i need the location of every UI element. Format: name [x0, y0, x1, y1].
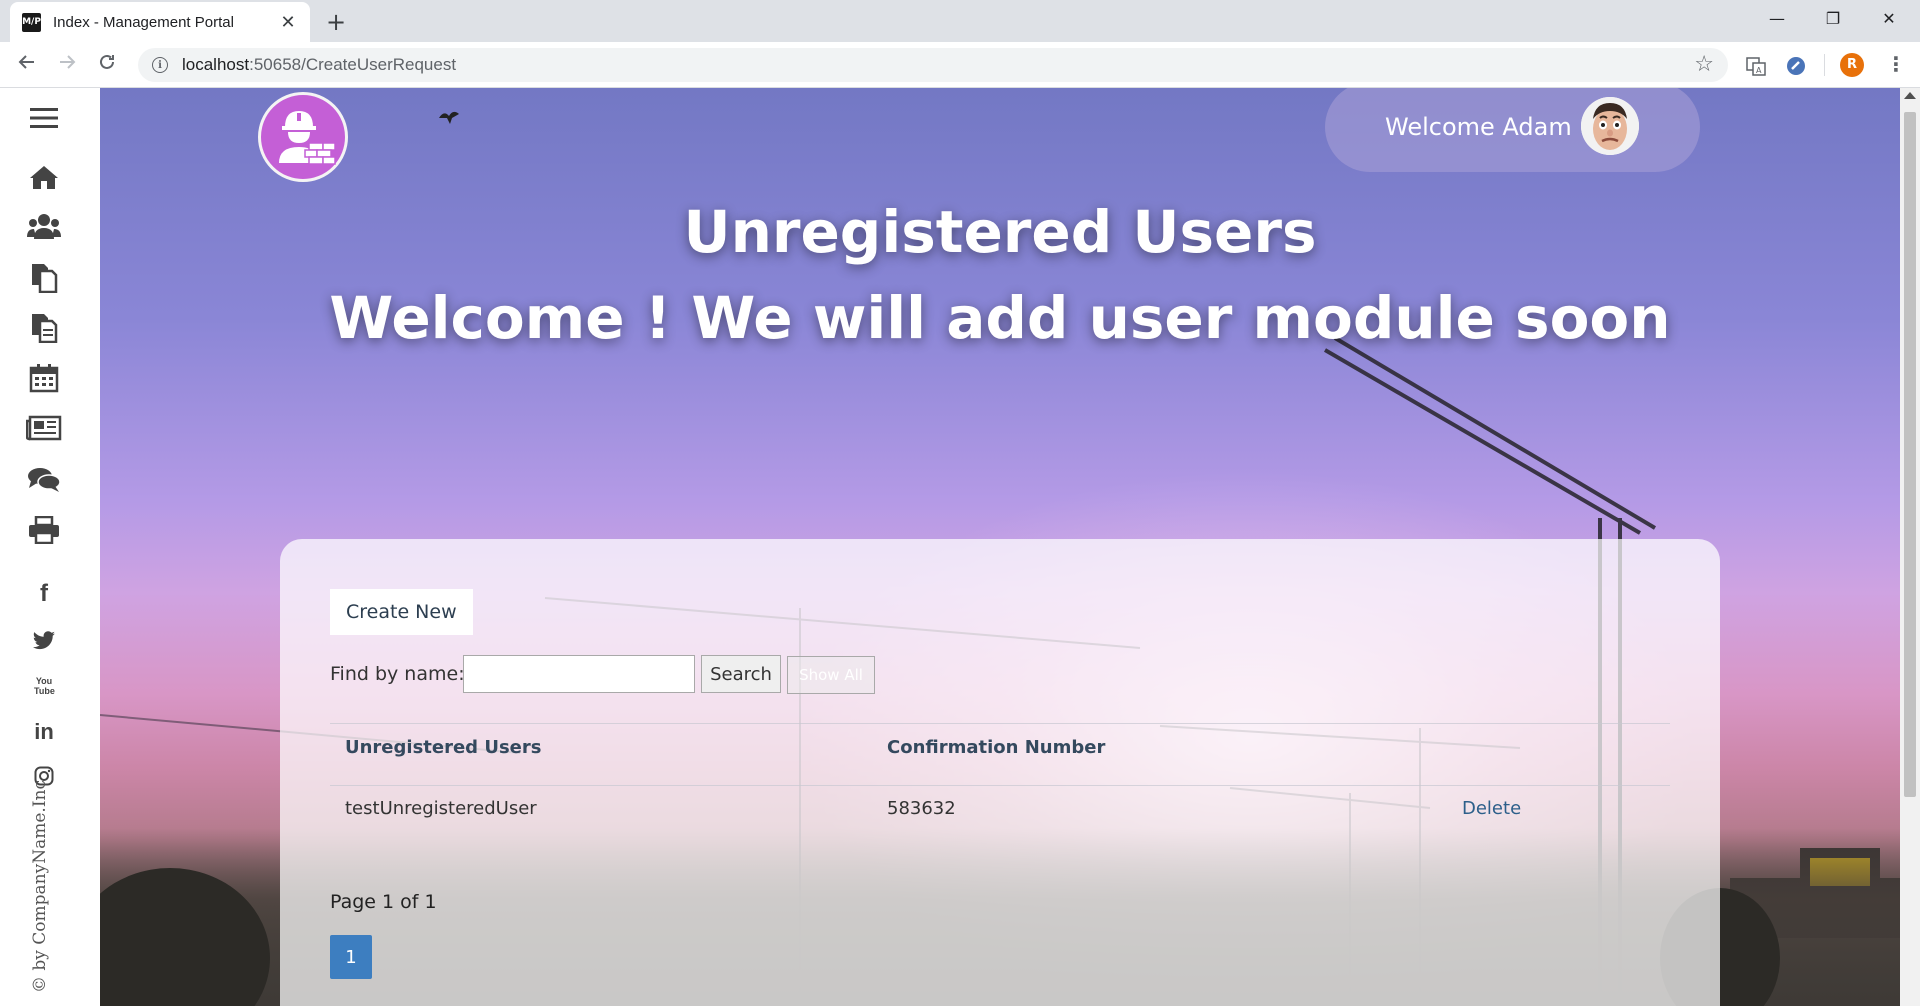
- side-navigation: f You Tube in © by CompanyName.Inc: [0, 88, 100, 1006]
- new-tab-button[interactable]: +: [322, 8, 350, 36]
- menu-icon[interactable]: [26, 100, 62, 136]
- show-all-button[interactable]: Show All: [787, 656, 875, 694]
- tab-close-icon[interactable]: ✕: [278, 12, 298, 33]
- linkedin-label: in: [34, 719, 54, 744]
- print-icon[interactable]: [26, 512, 62, 548]
- company-logo[interactable]: [258, 92, 348, 182]
- svg-text:A: A: [1756, 66, 1762, 75]
- page-viewport: f You Tube in © by CompanyName.Inc Welco…: [0, 88, 1900, 1006]
- reload-icon: [100, 54, 114, 69]
- forward-button[interactable]: [52, 50, 82, 80]
- scroll-up-arrow-icon[interactable]: [1904, 92, 1916, 99]
- translate-extension-icon[interactable]: A: [1746, 56, 1766, 76]
- forward-arrow-icon: [60, 55, 76, 69]
- delete-link[interactable]: Delete: [1462, 798, 1521, 819]
- welcome-text: Welcome Adam !: [1385, 113, 1589, 141]
- user-avatar[interactable]: [1581, 97, 1639, 155]
- back-arrow-icon: [18, 55, 34, 69]
- restore-button[interactable]: ❐: [1810, 0, 1856, 38]
- calendar-icon[interactable]: [26, 360, 62, 396]
- table-divider: [330, 723, 1670, 724]
- users-icon[interactable]: [26, 208, 62, 244]
- back-button[interactable]: [12, 50, 42, 80]
- linkedin-icon[interactable]: in: [26, 714, 62, 750]
- url-host: localhost: [182, 55, 250, 74]
- browser-menu-icon[interactable]: ⋮: [1886, 52, 1906, 76]
- profile-avatar[interactable]: R: [1840, 53, 1864, 77]
- toolbar-divider: [1824, 54, 1825, 76]
- page-info: Page 1 of 1: [330, 891, 437, 913]
- browser-tab[interactable]: M/P Index - Management Portal ✕: [10, 2, 310, 42]
- home-icon[interactable]: [26, 159, 62, 195]
- search-input[interactable]: [463, 655, 695, 693]
- bookmark-star-icon[interactable]: ☆: [1694, 52, 1714, 77]
- cell-confirmation-number: 583632: [887, 798, 956, 819]
- close-window-button[interactable]: ✕: [1866, 0, 1912, 38]
- url-path: :50658/CreateUserRequest: [249, 55, 457, 74]
- bird-icon: [439, 111, 459, 124]
- tab-title: Index - Management Portal: [53, 13, 234, 31]
- column-header-confirmation-number[interactable]: Confirmation Number: [887, 737, 1105, 758]
- youtube-label: You Tube: [34, 676, 55, 696]
- find-by-name-label: Find by name:: [330, 663, 465, 685]
- content-panel: Create New Find by name: Search Show All…: [280, 539, 1720, 1006]
- reload-button[interactable]: [92, 50, 122, 80]
- browser-toolbar: i localhost:50658/CreateUserRequest ☆ A …: [0, 42, 1920, 88]
- copyright-text: © by CompanyName.Inc: [30, 779, 50, 993]
- facebook-label: f: [40, 580, 48, 607]
- address-bar[interactable]: i localhost:50658/CreateUserRequest ☆: [138, 48, 1728, 82]
- extension-circle-icon[interactable]: [1786, 56, 1806, 76]
- scroll-thumb[interactable]: [1904, 112, 1916, 797]
- page-scrollbar[interactable]: [1900, 88, 1920, 1006]
- page-button-1[interactable]: 1: [330, 935, 372, 979]
- user-welcome-pill[interactable]: Welcome Adam !: [1325, 88, 1700, 172]
- column-header-unregistered-users[interactable]: Unregistered Users: [345, 737, 541, 758]
- browser-tabstrip: M/P Index - Management Portal ✕ + — ❐ ✕: [0, 0, 1920, 42]
- table-divider: [330, 785, 1670, 786]
- cell-username: testUnregisteredUser: [345, 798, 537, 819]
- facebook-icon[interactable]: f: [26, 576, 62, 612]
- page-title: Unregistered Users: [683, 198, 1317, 266]
- documents-alt-icon[interactable]: [26, 310, 62, 346]
- minimize-button[interactable]: —: [1754, 0, 1800, 38]
- construction-worker-icon: [279, 111, 336, 165]
- documents-icon[interactable]: [26, 260, 62, 296]
- page-subtitle: Welcome ! We will add user module soon: [329, 284, 1671, 352]
- youtube-icon[interactable]: You Tube: [26, 668, 62, 704]
- favicon-icon: M/P: [22, 12, 41, 32]
- twitter-icon[interactable]: [26, 623, 62, 659]
- chat-icon[interactable]: [26, 462, 62, 498]
- create-new-button[interactable]: Create New: [330, 589, 473, 635]
- search-button[interactable]: Search: [701, 655, 781, 693]
- site-info-icon[interactable]: i: [152, 57, 168, 73]
- newspaper-icon[interactable]: [26, 410, 62, 446]
